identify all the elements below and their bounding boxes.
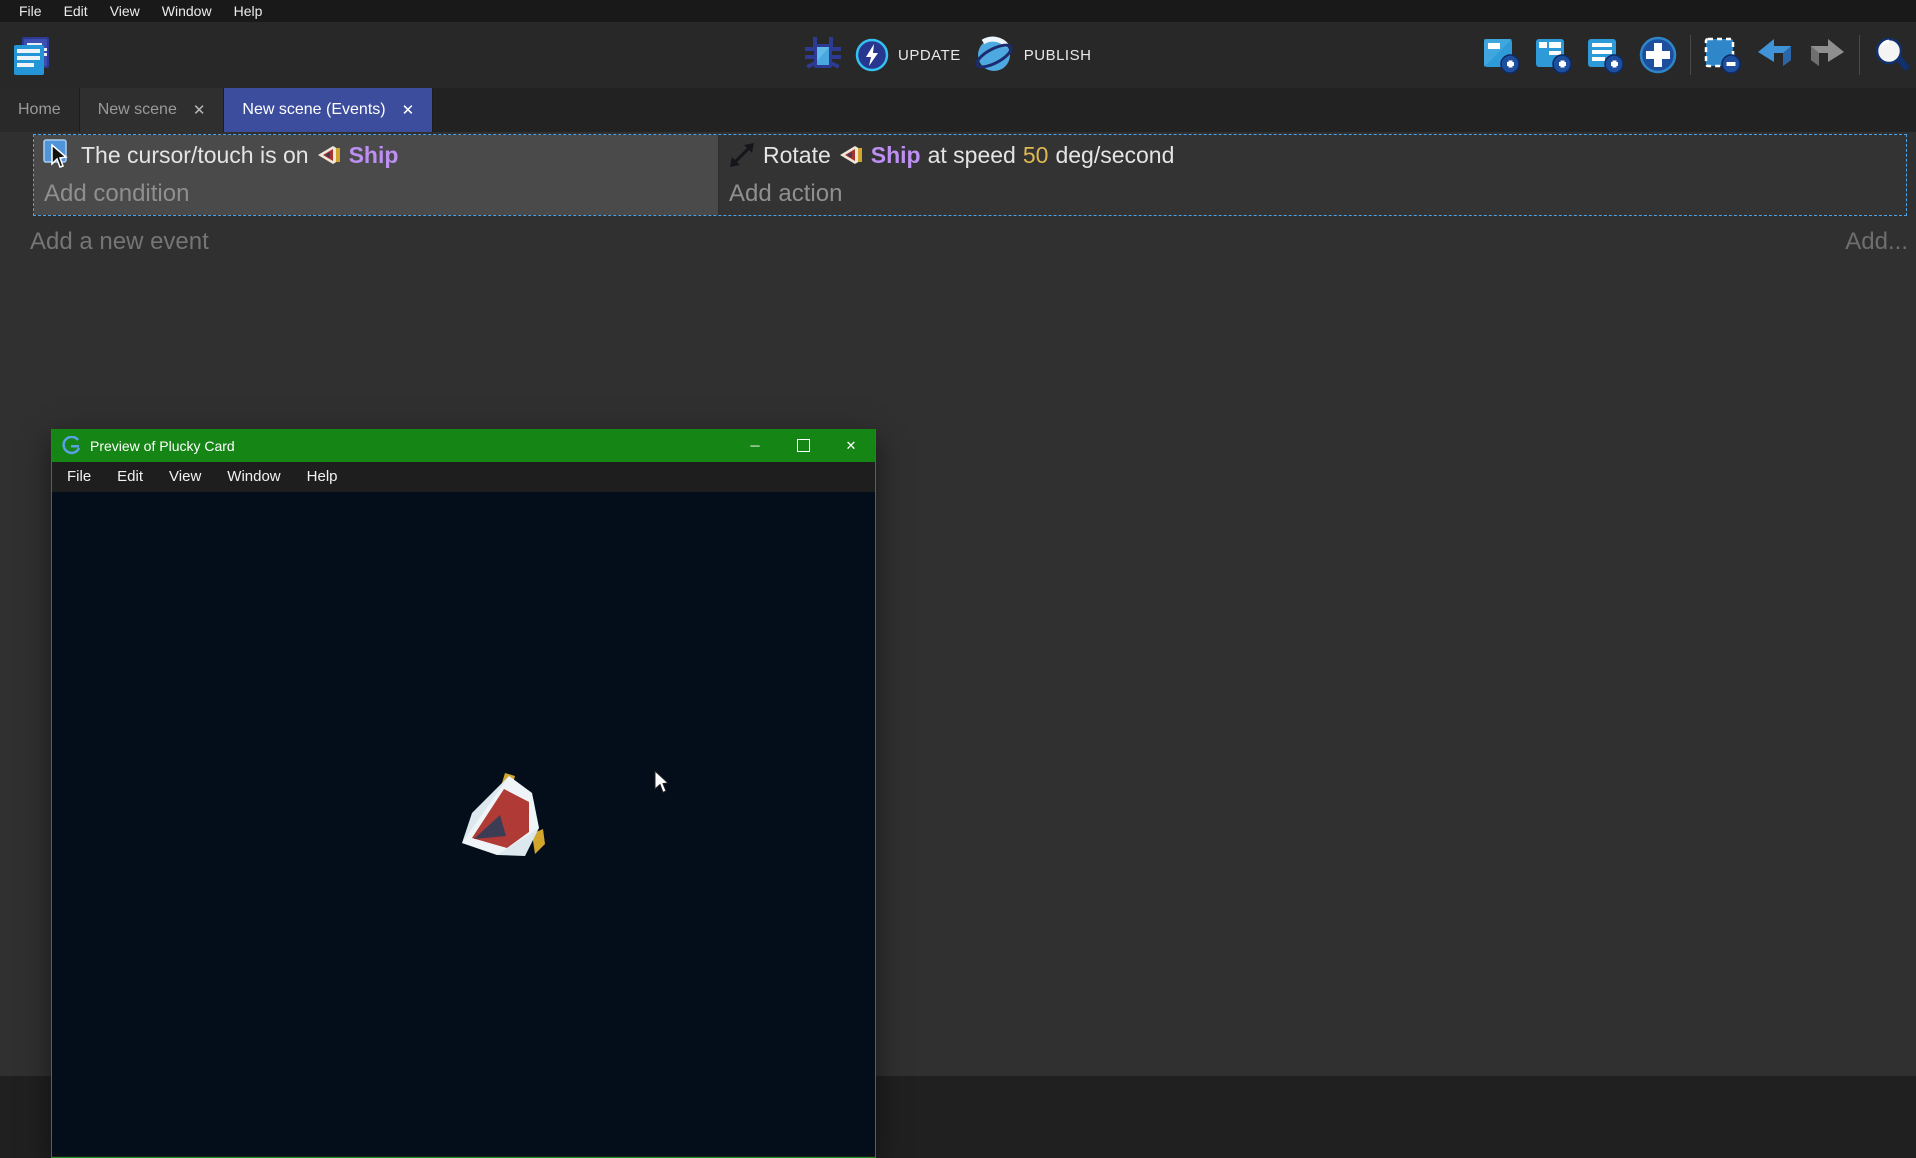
ship-object-icon [838, 144, 864, 166]
actions-column[interactable]: Rotate Ship at speed 50 deg/second Add a… [719, 135, 1906, 215]
maximize-button[interactable] [779, 429, 827, 462]
condition-item[interactable]: The cursor/touch is on Ship [34, 135, 718, 175]
update-button[interactable]: UPDATE [855, 38, 961, 72]
publish-label: PUBLISH [1024, 47, 1092, 64]
preview-menu-help[interactable]: Help [294, 462, 351, 492]
game-canvas[interactable] [52, 492, 875, 1156]
menu-window[interactable]: Window [151, 0, 223, 22]
conditions-column[interactable]: The cursor/touch is on Ship Add conditio… [34, 135, 718, 215]
search-icon[interactable] [1872, 35, 1912, 75]
tab-new-scene[interactable]: New scene ✕ [80, 88, 225, 132]
preview-menu-edit[interactable]: Edit [104, 462, 156, 492]
condition-text: The cursor/touch is on [81, 142, 309, 169]
maximize-icon [797, 439, 810, 452]
preview-menu-file[interactable]: File [54, 462, 104, 492]
mouse-cursor [653, 770, 670, 794]
add-event-icon[interactable] [1482, 35, 1522, 75]
choose-add-event-icon[interactable] [1638, 35, 1678, 75]
condition-object-name: Ship [349, 142, 399, 169]
action-value: 50 [1023, 142, 1049, 169]
gdevelop-logo-icon [62, 436, 82, 456]
action-text: at speed [928, 142, 1016, 169]
main-toolbar: UPDATE PUBLISH [0, 22, 1916, 88]
tab-bar: Home New scene ✕ New scene (Events) ✕ [0, 88, 1916, 132]
center-toolbar-group: UPDATE PUBLISH [803, 22, 1091, 88]
add-action-button[interactable]: Add action [719, 175, 1906, 213]
action-unit: deg/second [1055, 142, 1174, 169]
add-event-menu-button[interactable]: Add... [1845, 228, 1908, 256]
undo-icon[interactable] [1755, 35, 1795, 75]
preview-menu-bar: File Edit View Window Help [52, 462, 875, 492]
deselect-icon[interactable] [1703, 35, 1743, 75]
preview-window[interactable]: Preview of Plucky Card ─ ✕ File Edit Vie… [51, 429, 876, 1158]
tab-new-scene-events-label: New scene (Events) [242, 101, 385, 119]
ship-object-icon [316, 144, 342, 166]
globe-publish-icon [973, 34, 1015, 76]
close-tab-icon[interactable]: ✕ [193, 103, 206, 118]
redo-icon[interactable] [1807, 35, 1847, 75]
preview-menu-view[interactable]: View [156, 462, 214, 492]
ship-sprite [452, 768, 552, 863]
action-object-name: Ship [871, 142, 921, 169]
add-subevent-icon[interactable] [1534, 35, 1574, 75]
close-button[interactable]: ✕ [827, 429, 875, 462]
events-sheet: The cursor/touch is on Ship Add conditio… [0, 132, 1916, 1076]
action-item[interactable]: Rotate Ship at speed 50 deg/second [719, 135, 1906, 175]
tab-new-scene-label: New scene [98, 101, 177, 119]
add-new-event-button[interactable]: Add a new event [30, 228, 209, 256]
toolbar-separator [1690, 35, 1691, 75]
cursor-on-object-icon [43, 138, 74, 172]
tab-new-scene-events[interactable]: New scene (Events) ✕ [224, 88, 433, 132]
events-footer: Add a new event Add... [0, 228, 1916, 264]
project-manager-icon[interactable] [10, 35, 52, 77]
tab-home[interactable]: Home [0, 88, 80, 132]
debug-icon[interactable] [803, 35, 843, 75]
tab-home-label: Home [18, 101, 61, 119]
publish-button[interactable]: PUBLISH [973, 34, 1092, 76]
menu-help[interactable]: Help [223, 0, 274, 22]
add-condition-button[interactable]: Add condition [34, 175, 718, 213]
preview-title-bar[interactable]: Preview of Plucky Card ─ ✕ [52, 429, 875, 462]
right-toolbar-group [1482, 22, 1912, 88]
close-tab-icon[interactable]: ✕ [402, 103, 415, 118]
menu-view[interactable]: View [99, 0, 151, 22]
lightning-update-icon [855, 38, 889, 72]
preview-window-title: Preview of Plucky Card [90, 438, 731, 454]
gdevelop-app: File Edit View Window Help [0, 0, 1916, 1076]
add-comment-icon[interactable] [1586, 35, 1626, 75]
toolbar-separator [1859, 35, 1860, 75]
preview-menu-window[interactable]: Window [214, 462, 293, 492]
rotate-action-icon [728, 141, 756, 169]
menu-edit[interactable]: Edit [53, 0, 99, 22]
action-verb: Rotate [763, 142, 831, 169]
minimize-button[interactable]: ─ [731, 429, 779, 462]
event-row[interactable]: The cursor/touch is on Ship Add conditio… [33, 134, 1907, 216]
update-label: UPDATE [898, 47, 961, 64]
menu-bar: File Edit View Window Help [0, 0, 1916, 22]
menu-file[interactable]: File [8, 0, 53, 22]
